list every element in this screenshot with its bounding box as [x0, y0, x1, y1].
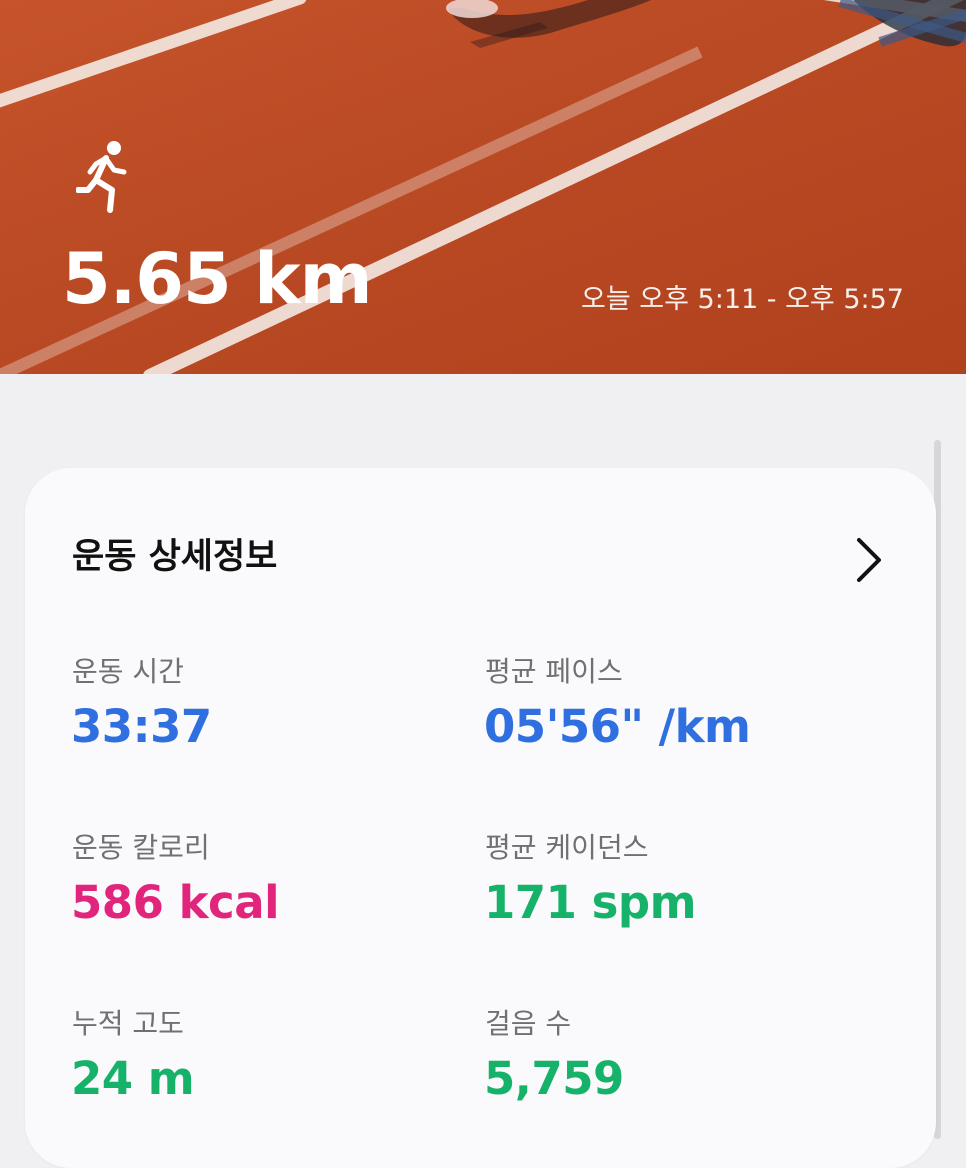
stat-value-avg-pace: 05'56" /km	[484, 700, 751, 753]
card-title: 운동 상세정보	[72, 537, 278, 577]
chevron-right-icon[interactable]	[851, 534, 887, 586]
stat-label-avg-cadence: 평균 케이던스	[485, 831, 649, 864]
activity-hero: 5.65 km 오늘 오후 5:11 - 오후 5:57	[0, 0, 966, 374]
stat-value-workout-time: 33:37	[71, 700, 212, 753]
stat-label-steps: 걸음 수	[485, 1007, 572, 1040]
stat-value-elevation-gain: 24 m	[71, 1052, 195, 1105]
stat-label-avg-pace: 평균 페이스	[485, 655, 623, 688]
stat-label-calories: 운동 칼로리	[72, 831, 210, 864]
stat-value-calories: 586 kcal	[71, 876, 280, 929]
stat-label-elevation-gain: 누적 고도	[72, 1007, 184, 1040]
running-person-icon	[76, 141, 127, 213]
activity-time-range: 오늘 오후 5:11 - 오후 5:57	[581, 284, 904, 315]
stat-value-steps: 5,759	[484, 1052, 624, 1105]
stat-value-avg-cadence: 171 spm	[484, 876, 697, 929]
workout-details-card[interactable]: 운동 상세정보 운동 시간 33:37 평균 페이스 05'56" /km 운동…	[25, 468, 936, 1168]
stat-label-workout-time: 운동 시간	[72, 655, 184, 688]
distance-value: 5.65 km	[62, 238, 373, 320]
